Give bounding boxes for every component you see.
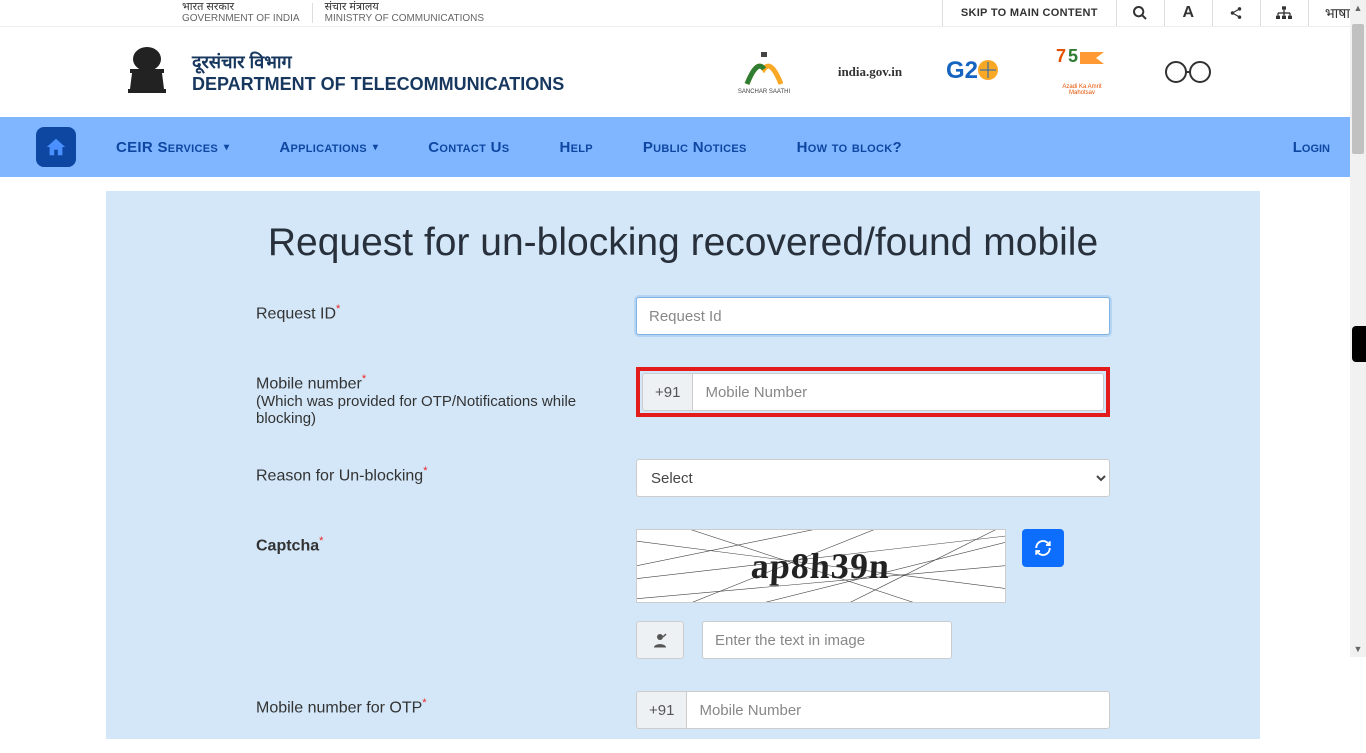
captcha-refresh-button[interactable] [1022, 529, 1064, 567]
row-captcha: Captcha* ap8h39n [256, 529, 1110, 603]
gov-col1-hi: भारत सरकार [182, 1, 300, 13]
dept-title-en: DEPARTMENT OF TELECOMMUNICATIONS [192, 74, 564, 95]
captcha-text: ap8h39n [750, 545, 891, 587]
gov-left: भारत सरकार GOVERNMENT OF INDIA संचार मंत… [170, 1, 496, 25]
nav-help[interactable]: Help [559, 139, 592, 156]
nav-how-to-block[interactable]: How to block? [797, 139, 902, 156]
login-link[interactable]: Login [1293, 139, 1330, 156]
partner-logos: SANCHAR SAATHI india.gov.in G2 75 Azadi … [734, 47, 1248, 97]
scroll-down-icon[interactable]: ▼ [1350, 641, 1366, 657]
sanchar-saathi-logo[interactable]: SANCHAR SAATHI [734, 47, 794, 97]
otp-mobile-prefix: +91 [636, 691, 686, 729]
row-reason: Reason for Un-blocking* Select [256, 459, 1110, 497]
dept-title: दूरसंचार विभाग DEPARTMENT OF TELECOMMUNI… [192, 50, 564, 95]
row-mobile: Mobile number* (Which was provided for O… [256, 367, 1110, 427]
label-request-id: Request ID* [256, 297, 636, 323]
nav-public-notices[interactable]: Public Notices [643, 139, 747, 156]
nav-items: CEIR Services▾ Applications▾ Contact Us … [116, 139, 902, 156]
main-nav: CEIR Services▾ Applications▾ Contact Us … [0, 117, 1366, 177]
row-otp-mobile: Mobile number for OTP* +91 [256, 691, 1110, 729]
home-button[interactable] [36, 127, 76, 167]
nav-applications[interactable]: Applications▾ [279, 139, 378, 156]
scroll-up-icon[interactable]: ▲ [1350, 0, 1366, 16]
gov-col-2: संचार मंत्रालय MINISTRY OF COMMUNICATION… [313, 1, 496, 25]
gov-col1-en: GOVERNMENT OF INDIA [182, 13, 300, 25]
page-wrap: Request for un-blocking recovered/found … [0, 177, 1366, 753]
azadi-logo[interactable]: 75 Azadi Ka Amrit Mahotsav [1052, 47, 1112, 97]
nav-contact-us[interactable]: Contact Us [428, 139, 509, 156]
page-title: Request for un-blocking recovered/found … [256, 221, 1110, 265]
india-gov-logo[interactable]: india.gov.in [840, 47, 900, 97]
font-size-icon[interactable]: A [1164, 0, 1212, 26]
gov-col2-en: MINISTRY OF COMMUNICATIONS [325, 13, 484, 25]
label-otp-mobile: Mobile number for OTP* [256, 691, 636, 717]
row-captcha-input [256, 621, 1110, 659]
label-mobile: Mobile number* (Which was provided for O… [256, 367, 636, 427]
gov-top-bar: भारत सरकार GOVERNMENT OF INDIA संचार मंत… [0, 0, 1366, 27]
national-emblem-icon [118, 41, 176, 103]
form-card: Request for un-blocking recovered/found … [106, 191, 1260, 739]
label-reason: Reason for Un-blocking* [256, 459, 636, 485]
mobile-prefix: +91 [642, 373, 692, 411]
nav-ceir-services[interactable]: CEIR Services▾ [116, 139, 229, 156]
scroll-thumb[interactable] [1352, 24, 1364, 154]
skip-to-content-link[interactable]: SKIP TO MAIN CONTENT [942, 0, 1116, 26]
highlight-mobile-field: +91 [636, 367, 1110, 417]
chevron-down-icon: ▾ [224, 142, 229, 153]
row-request-id: Request ID* [256, 297, 1110, 335]
dept-title-hi: दूरसंचार विभाग [192, 50, 564, 74]
captcha-image: ap8h39n [636, 529, 1006, 603]
reason-select[interactable]: Select [636, 459, 1110, 497]
dept-header: दूरसंचार विभाग DEPARTMENT OF TELECOMMUNI… [0, 27, 1366, 117]
captcha-input[interactable] [702, 621, 952, 659]
share-icon[interactable] [1212, 0, 1260, 26]
search-icon[interactable] [1116, 0, 1164, 26]
label-captcha: Captcha* [256, 529, 636, 555]
gov-col-1: भारत सरकार GOVERNMENT OF INDIA [170, 1, 312, 25]
g20-logo[interactable]: G2 [946, 47, 1006, 97]
gov-right: SKIP TO MAIN CONTENT A भाषा [942, 0, 1366, 26]
sitemap-icon[interactable] [1260, 0, 1308, 26]
otp-mobile-input[interactable] [686, 691, 1110, 729]
side-feedback-tab[interactable] [1352, 326, 1366, 362]
mobile-number-input[interactable] [692, 373, 1104, 411]
request-id-input[interactable] [636, 297, 1110, 335]
svg-text:7: 7 [1056, 48, 1066, 66]
svg-text:G2: G2 [946, 57, 978, 84]
user-icon [636, 621, 684, 659]
svg-text:5: 5 [1068, 48, 1078, 66]
gov-col2-hi: संचार मंत्रालय [325, 1, 484, 13]
chevron-down-icon: ▾ [373, 142, 378, 153]
gandhi-glasses-logo[interactable] [1158, 47, 1218, 97]
